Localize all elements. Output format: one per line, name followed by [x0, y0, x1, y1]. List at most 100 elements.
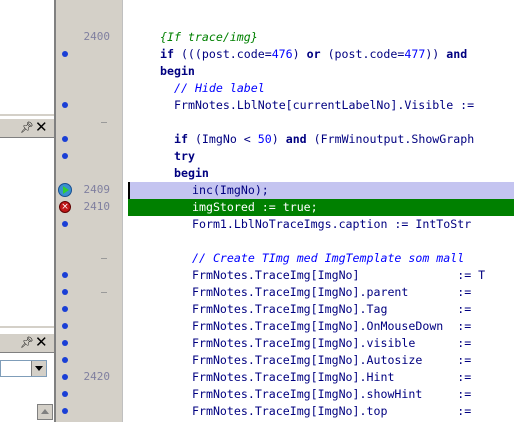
gutter-line[interactable] — [56, 216, 122, 233]
number-literal: 477 — [404, 47, 426, 61]
execution-point-line[interactable]: inc(ImgNo); — [128, 182, 514, 199]
code-line[interactable]: Form1.LblNoTraceImgs.caption := IntToStr — [128, 216, 514, 233]
keyword: or — [306, 47, 321, 61]
close-icon[interactable]: ✕ — [35, 333, 48, 351]
keyword: try — [174, 149, 195, 163]
code-text: inc(ImgNo); — [192, 183, 269, 197]
line-number: 2420 — [83, 370, 111, 383]
gutter-line[interactable] — [56, 267, 122, 284]
code-line[interactable]: FrmNotes.TraceImg[ImgNo].parent := — [128, 284, 514, 301]
breakpoint-dot-icon[interactable] — [62, 272, 68, 278]
code-line[interactable]: FrmNotes.TraceImg[ImgNo].Hint := — [128, 369, 514, 386]
gutter-line[interactable]: × 2410 — [56, 199, 122, 216]
breakpoint-dot-icon[interactable] — [62, 102, 68, 108]
code-text: imgStored := true; — [192, 200, 318, 214]
keyword: begin — [174, 166, 209, 180]
code-line[interactable]: FrmNotes.TraceImg[ImgNo].visible := — [128, 335, 514, 352]
gutter-line[interactable] — [56, 131, 122, 148]
editor-gutter[interactable]: 2400 2409 × 2410 2420 — [56, 0, 122, 422]
gutter-line[interactable] — [56, 335, 122, 352]
code-text: ) — [271, 132, 286, 146]
code-text: FrmNotes.TraceImg[ImgNo].Autosize := — [192, 353, 472, 367]
code-text: FrmNotes.TraceImg[ImgNo].Hint := — [192, 370, 472, 384]
code-text: (post.code= — [320, 47, 405, 61]
breakpoint-dot-icon[interactable] — [62, 136, 68, 142]
code-line[interactable]: // Hide label — [128, 80, 514, 97]
gutter-line[interactable] — [56, 318, 122, 335]
code-text: FrmNotes.TraceImg[ImgNo].OnMouseDown := — [192, 319, 472, 333]
gutter-line[interactable]: 2420 — [56, 369, 122, 386]
code-line[interactable]: begin — [128, 165, 514, 182]
breakpoint-dot-icon[interactable] — [62, 391, 68, 397]
gutter-line: 2400 — [56, 29, 122, 46]
pin-icon[interactable]: 📌︎ — [20, 336, 34, 349]
breakpoint-dot-icon[interactable] — [62, 306, 68, 312]
code-line[interactable]: try — [128, 148, 514, 165]
close-icon[interactable]: ✕ — [35, 118, 48, 136]
left-dock-panel: 📌︎ ✕ 📌︎ ✕ — [0, 0, 54, 422]
breakpoint-dot-icon[interactable] — [62, 340, 68, 346]
code-line[interactable]: FrmNotes.TraceImg[ImgNo].Tag := — [128, 301, 514, 318]
code-text: FrmNotes.TraceImg[ImgNo].visible := — [192, 336, 472, 350]
breakpoint-dot-icon[interactable] — [62, 51, 68, 57]
gutter-line[interactable] — [56, 46, 122, 63]
code-editor[interactable]: {If trace/img} if (((post.code=476) or (… — [128, 0, 514, 422]
gutter-line — [56, 165, 122, 182]
code-text: )) — [425, 47, 447, 61]
gutter-line[interactable] — [56, 148, 122, 165]
panel-combobox[interactable] — [0, 360, 47, 377]
code-text: Form1.LblNoTraceImgs.caption := IntToStr — [192, 217, 472, 231]
gutter-line[interactable]: 2409 — [56, 182, 122, 199]
code-text: FrmNotes.TraceImg[ImgNo].showHint := — [192, 387, 472, 401]
gutter-line[interactable] — [56, 352, 122, 369]
comment: // Hide label — [174, 81, 265, 95]
breakpoint-dot-icon[interactable] — [62, 408, 68, 414]
comment: // Create TImg med ImgTemplate som mall — [192, 251, 465, 265]
breakpoint-dot-icon[interactable] — [62, 323, 68, 329]
code-text: (FrmWinoutput.ShowGraph — [306, 132, 475, 146]
code-text: FrmNotes.TraceImg[ImgNo] := T — [192, 268, 486, 282]
panel-separator — [0, 326, 54, 328]
keyword: begin — [160, 64, 195, 78]
code-line[interactable]: FrmNotes.TraceImg[ImgNo].showHint := — [128, 386, 514, 403]
code-text: FrmNotes.TraceImg[ImgNo].top := — [192, 404, 472, 418]
keyword: if — [160, 47, 174, 61]
gutter-line[interactable] — [56, 403, 122, 420]
breakpoint-dot-icon[interactable] — [62, 153, 68, 159]
gutter-line[interactable] — [56, 386, 122, 403]
line-number: 2409 — [83, 183, 111, 196]
breakpoint-icon[interactable]: × — [59, 201, 71, 213]
code-line[interactable]: FrmNotes.TraceImg[ImgNo].top := — [128, 403, 514, 420]
gutter-line[interactable] — [56, 284, 122, 301]
breakpoint-dot-icon[interactable] — [62, 357, 68, 363]
breakpoint-dot-icon[interactable] — [62, 221, 68, 227]
code-line[interactable]: if (ImgNo < 50) and (FrmWinoutput.ShowGr… — [128, 131, 514, 148]
scroll-up-button[interactable] — [37, 404, 53, 420]
line-tick — [101, 292, 107, 293]
line-number: 2400 — [83, 30, 111, 43]
code-line[interactable]: FrmNotes.TraceImg[ImgNo].OnMouseDown := — [128, 318, 514, 335]
code-line[interactable]: {If trace/img} — [128, 29, 514, 46]
execution-point-icon — [58, 183, 72, 197]
code-text: FrmNotes.TraceImg[ImgNo].Tag := — [192, 302, 472, 316]
breakpoint-line[interactable]: imgStored := true; — [128, 199, 514, 216]
code-line[interactable]: FrmNotes.TraceImg[ImgNo].Autosize := — [128, 352, 514, 369]
code-line[interactable]: FrmNotes.TraceImg[ImgNo] := T — [128, 267, 514, 284]
code-line[interactable]: // Create TImg med ImgTemplate som mall — [128, 250, 514, 267]
code-line[interactable]: begin — [128, 63, 514, 80]
line-tick — [101, 258, 107, 259]
keyword: and — [285, 132, 307, 146]
pin-icon[interactable]: 📌︎ — [20, 121, 34, 134]
number-literal: 50 — [257, 132, 272, 146]
code-line[interactable]: FrmNotes.LblNote[currentLabelNo].Visible… — [128, 97, 514, 114]
code-text: ) — [292, 47, 307, 61]
breakpoint-dot-icon[interactable] — [62, 374, 68, 380]
code-text: FrmNotes.TraceImg[ImgNo].parent := — [192, 285, 472, 299]
breakpoint-dot-icon[interactable] — [62, 289, 68, 295]
chevron-down-icon[interactable] — [31, 361, 46, 376]
code-line[interactable]: if (((post.code=476) or (post.code=477))… — [128, 46, 514, 63]
line-number: 2410 — [83, 200, 111, 213]
compiler-directive: {If trace/img} — [160, 30, 258, 44]
gutter-line[interactable] — [56, 301, 122, 318]
gutter-line[interactable] — [56, 97, 122, 114]
